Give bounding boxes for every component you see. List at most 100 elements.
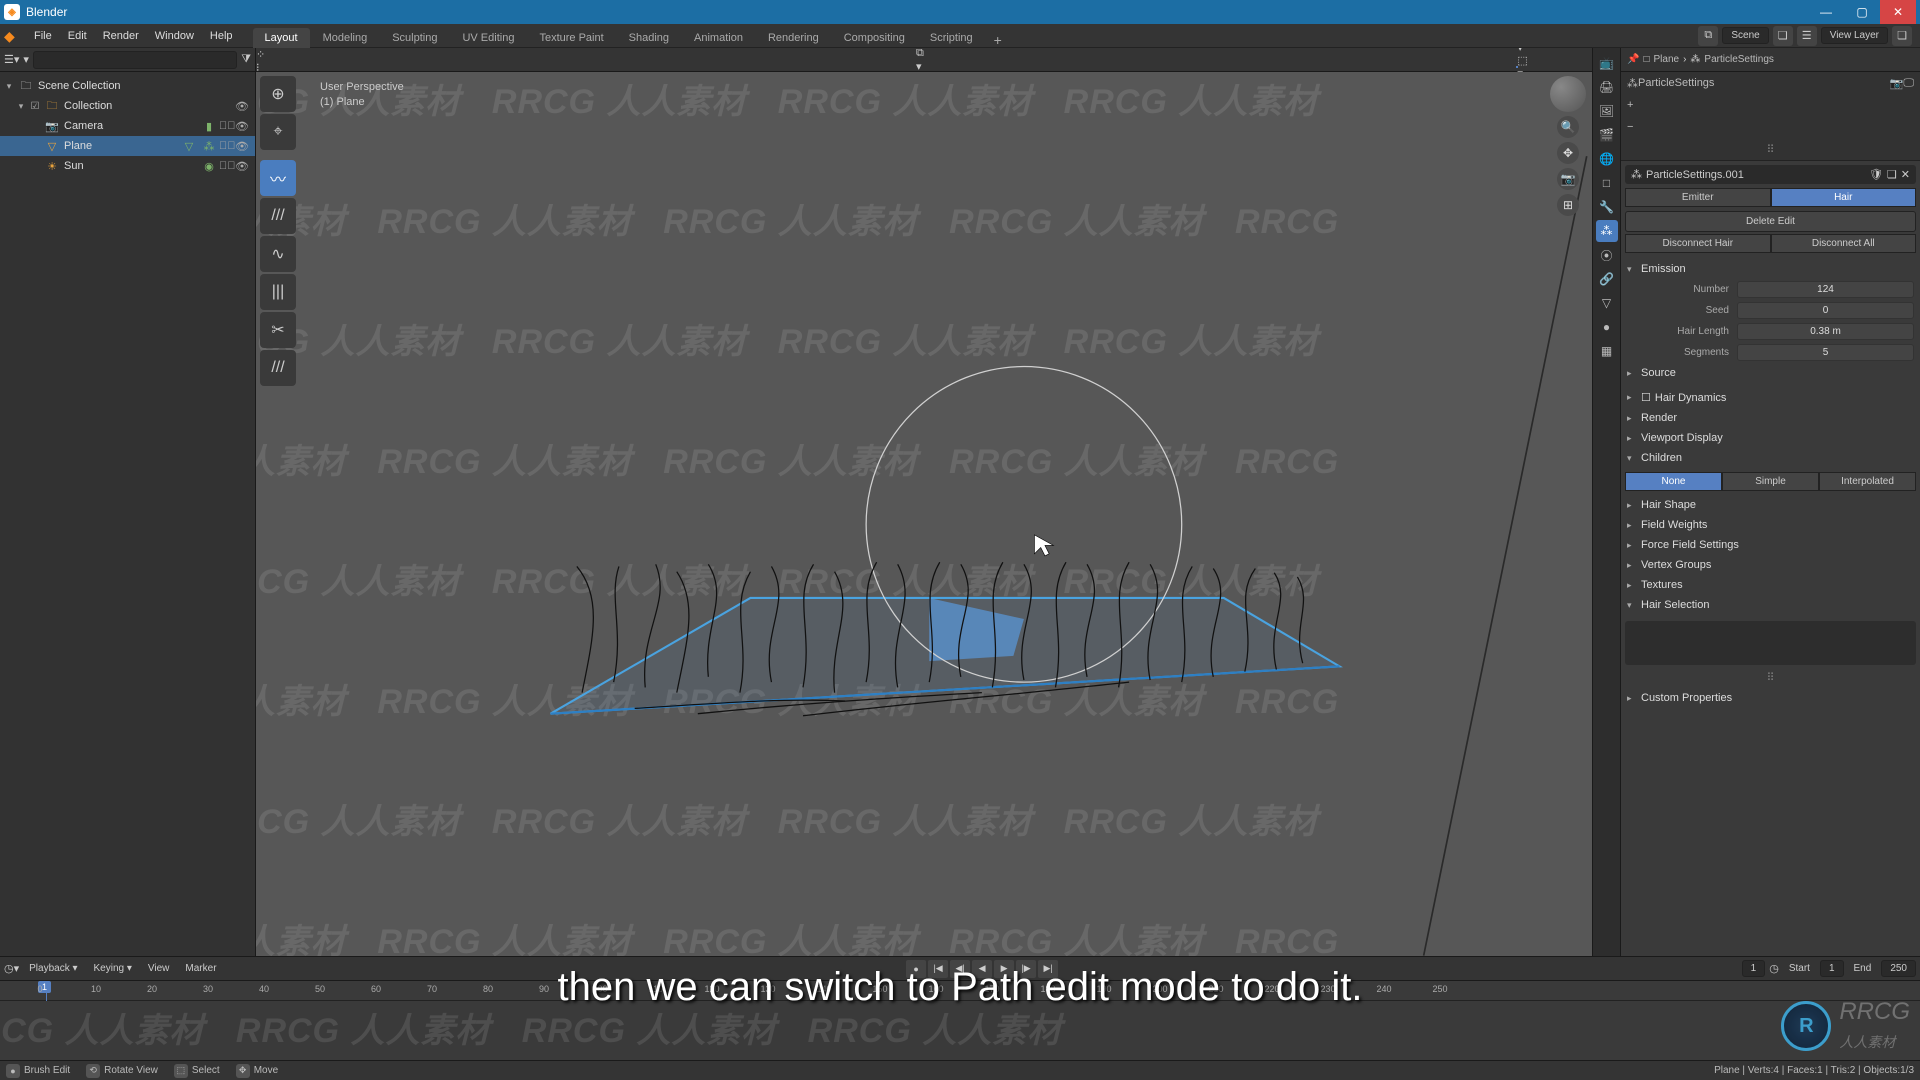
- section-render[interactable]: ▸Render: [1627, 408, 1914, 428]
- scene-icon[interactable]: ⧉: [1698, 26, 1718, 46]
- breadcrumb-particle[interactable]: ParticleSettings: [1704, 54, 1773, 65]
- viewport-canvas[interactable]: User Perspective (1) Plane ⊕ ⌖ 〰 /// ∿ |…: [256, 72, 1592, 956]
- hide-icon[interactable]: �⃠: [219, 120, 233, 133]
- pan-gizmo[interactable]: ✥: [1557, 142, 1579, 164]
- disconnect-hair-button[interactable]: Disconnect Hair: [1625, 234, 1771, 253]
- tab-modeling[interactable]: Modeling: [311, 28, 380, 48]
- scene-field[interactable]: Scene: [1722, 27, 1768, 44]
- viewlayer-field[interactable]: View Layer: [1821, 27, 1888, 44]
- outliner-display-dropdown[interactable]: ▾: [23, 53, 29, 66]
- ptab-render[interactable]: 📺: [1596, 52, 1618, 74]
- viewlayer-new-button[interactable]: ❏: [1892, 26, 1912, 46]
- ptab-viewlayer[interactable]: 🖼: [1596, 100, 1618, 122]
- tab-sculpting[interactable]: Sculpting: [380, 28, 449, 48]
- remove-particle-system-button[interactable]: −: [1627, 121, 1633, 133]
- tab-layout[interactable]: Layout: [253, 28, 310, 48]
- section-customprops[interactable]: ▸Custom Properties: [1627, 688, 1914, 708]
- outliner-item-sun[interactable]: ☀ Sun ◉ �⃠👁: [0, 156, 255, 176]
- tab-compositing[interactable]: Compositing: [832, 28, 917, 48]
- tool-cursor[interactable]: ⌖: [260, 114, 296, 150]
- tool-weight[interactable]: ///: [260, 350, 296, 386]
- section-viewport-display[interactable]: ▸Viewport Display: [1627, 428, 1914, 448]
- particle-settings-name-field[interactable]: ⁂ ParticleSettings.001 🛡 ❏ ✕: [1625, 165, 1916, 184]
- start-frame-field[interactable]: 1: [1820, 960, 1844, 977]
- xray-toggle[interactable]: ⬚: [1517, 54, 1592, 67]
- hairselection-list[interactable]: [1625, 621, 1916, 665]
- ptab-output[interactable]: 🖨: [1596, 76, 1618, 98]
- render-toggle-icon[interactable]: 📷: [1890, 77, 1904, 90]
- new-datablock-button[interactable]: ❏: [1887, 168, 1897, 181]
- end-frame-field[interactable]: 250: [1881, 960, 1916, 977]
- close-button[interactable]: ✕: [1880, 0, 1916, 24]
- ptab-world[interactable]: 🌐: [1596, 148, 1618, 170]
- type-hair-button[interactable]: Hair: [1771, 188, 1917, 207]
- sel-mode-point[interactable]: ⁘: [256, 48, 329, 61]
- particle-system-item[interactable]: ⁂ ParticleSettings 📷 🖵: [1621, 72, 1920, 94]
- emission-hairlength-field[interactable]: 0.38 m: [1737, 323, 1914, 340]
- tab-animation[interactable]: Animation: [682, 28, 755, 48]
- ptab-material[interactable]: ●: [1596, 316, 1618, 338]
- snap-toggle[interactable]: ⧉: [916, 48, 931, 60]
- fake-user-button[interactable]: 🛡: [1869, 168, 1883, 181]
- section-hairshape[interactable]: ▸Hair Shape: [1627, 495, 1914, 515]
- tool-comb[interactable]: 〰: [260, 160, 296, 196]
- minimize-button[interactable]: —: [1808, 0, 1844, 24]
- children-interp-button[interactable]: Interpolated: [1819, 472, 1916, 491]
- ptab-scene[interactable]: 🎬: [1596, 124, 1618, 146]
- section-children[interactable]: ▾Children: [1627, 448, 1914, 468]
- snap-dropdown[interactable]: ▾: [916, 60, 931, 73]
- ptab-physics[interactable]: ⦿: [1596, 244, 1618, 266]
- visibility-icon[interactable]: 👁: [235, 100, 249, 113]
- menu-edit[interactable]: Edit: [60, 30, 95, 42]
- ptab-object[interactable]: □: [1596, 172, 1618, 194]
- emission-seed-field[interactable]: 0: [1737, 302, 1914, 319]
- display-toggle-icon[interactable]: 🖵: [1903, 77, 1914, 90]
- perspective-gizmo[interactable]: ⊞: [1557, 194, 1579, 216]
- ptab-particles[interactable]: ⁂: [1596, 220, 1618, 242]
- timeline-playback[interactable]: Playback ▾: [23, 963, 83, 974]
- scene-new-button[interactable]: ❏: [1773, 26, 1793, 46]
- ptab-modifiers[interactable]: 🔧: [1596, 196, 1618, 218]
- tool-add[interactable]: ∿: [260, 236, 296, 272]
- emission-segments-field[interactable]: 5: [1737, 344, 1914, 361]
- tool-length[interactable]: |||: [260, 274, 296, 310]
- children-none-button[interactable]: None: [1625, 472, 1722, 491]
- outliner-filter-button[interactable]: ⧩: [241, 53, 251, 66]
- section-textures[interactable]: ▸Textures: [1627, 575, 1914, 595]
- delete-edit-button[interactable]: Delete Edit: [1625, 211, 1916, 232]
- tool-cut[interactable]: ✂: [260, 312, 296, 348]
- outliner-search-input[interactable]: [33, 51, 237, 69]
- nav-gizmo[interactable]: [1550, 76, 1586, 112]
- menu-window[interactable]: Window: [147, 30, 202, 42]
- current-frame-field[interactable]: 1: [1742, 960, 1766, 977]
- menu-file[interactable]: File: [26, 30, 60, 42]
- tab-texture[interactable]: Texture Paint: [527, 28, 615, 48]
- disconnect-all-button[interactable]: Disconnect All: [1771, 234, 1917, 253]
- frame-dropdown[interactable]: ◷: [1769, 962, 1779, 975]
- section-source[interactable]: ▸Source: [1627, 363, 1914, 383]
- section-forcefield[interactable]: ▸Force Field Settings: [1627, 535, 1914, 555]
- hide-icon[interactable]: �⃠: [219, 160, 233, 173]
- timeline-editor-type[interactable]: ◷▾: [4, 962, 19, 975]
- type-emitter-button[interactable]: Emitter: [1625, 188, 1771, 207]
- maximize-button[interactable]: ▢: [1844, 0, 1880, 24]
- outliner-collection[interactable]: ▾☑🗀 Collection 👁: [0, 96, 255, 116]
- add-workspace-button[interactable]: +: [986, 32, 1010, 48]
- tool-smooth[interactable]: ///: [260, 198, 296, 234]
- children-simple-button[interactable]: Simple: [1722, 472, 1819, 491]
- breadcrumb-object[interactable]: Plane: [1654, 54, 1680, 65]
- ptab-texture[interactable]: ▦: [1596, 340, 1618, 362]
- menu-help[interactable]: Help: [202, 30, 241, 42]
- tab-rendering[interactable]: Rendering: [756, 28, 831, 48]
- timeline-marker[interactable]: Marker: [179, 963, 222, 974]
- menu-render[interactable]: Render: [95, 30, 147, 42]
- section-fieldweights[interactable]: ▸Field Weights: [1627, 515, 1914, 535]
- outliner-scene-collection[interactable]: ▾🗀 Scene Collection: [0, 76, 255, 96]
- ptab-constraints[interactable]: 🔗: [1596, 268, 1618, 290]
- tool-select[interactable]: ⊕: [260, 76, 296, 112]
- outliner-item-plane[interactable]: ▽ Plane ▽ ⁂ �⃠👁: [0, 136, 255, 156]
- outliner-item-camera[interactable]: 📷 Camera ▮ �⃠👁: [0, 116, 255, 136]
- hide-icon[interactable]: �⃠: [219, 140, 233, 153]
- unlink-button[interactable]: ✕: [1901, 168, 1910, 181]
- section-emission[interactable]: ▾Emission: [1627, 259, 1914, 279]
